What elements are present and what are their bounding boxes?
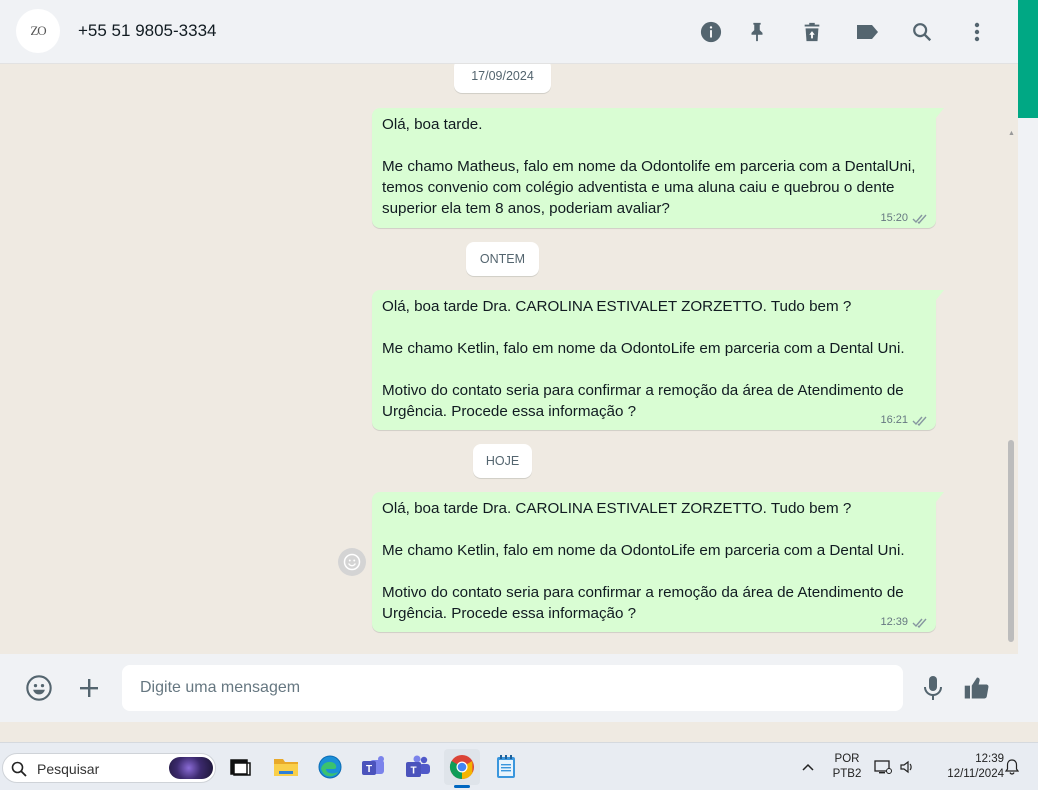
scroll-up-arrow[interactable]: ▲ bbox=[1008, 130, 1015, 138]
microphone-icon[interactable] bbox=[918, 673, 948, 703]
date-pill: HOJE bbox=[473, 444, 532, 478]
search-icon bbox=[11, 761, 27, 777]
message-bubble[interactable]: Olá, boa tarde Dra. CAROLINA ESTIVALET Z… bbox=[372, 290, 944, 430]
message-text: Olá, boa tarde. Me chamo Matheus, falo e… bbox=[382, 116, 916, 217]
language-line2: PTB2 bbox=[832, 768, 862, 780]
edge-browser-icon[interactable] bbox=[312, 749, 348, 785]
date-pill: 17/09/2024 bbox=[454, 64, 551, 93]
react-emoji-button[interactable] bbox=[338, 548, 366, 576]
info-icon[interactable] bbox=[696, 17, 726, 47]
message-time: 16:21 bbox=[880, 414, 908, 426]
whatsapp-window: ZO +55 51 9805-3334 17/09/2024 Olá, boa … bbox=[0, 0, 1018, 722]
chat-header: ZO +55 51 9805-3334 bbox=[0, 0, 1018, 64]
message-bubble[interactable]: Olá, boa tarde Dra. CAROLINA ESTIVALET Z… bbox=[372, 492, 944, 632]
language-line1: POR bbox=[834, 753, 860, 765]
message-text: Olá, boa tarde Dra. CAROLINA ESTIVALET Z… bbox=[382, 298, 905, 420]
system-clock[interactable]: 12:39 12/11/2024 bbox=[926, 752, 1004, 782]
smiley-icon bbox=[343, 553, 361, 571]
search-highlight-image bbox=[169, 757, 213, 779]
notification-bell-icon[interactable] bbox=[1002, 749, 1022, 785]
date-pill: ONTEM bbox=[466, 242, 539, 276]
double-check-icon bbox=[912, 416, 927, 426]
pin-icon[interactable] bbox=[742, 17, 772, 47]
message-meta: 15:20 bbox=[880, 212, 928, 224]
language-indicator[interactable]: POR PTB2 bbox=[830, 752, 864, 782]
message-meta: 16:21 bbox=[880, 414, 928, 426]
task-view-icon[interactable] bbox=[222, 749, 258, 785]
teams-work-icon[interactable]: T bbox=[400, 749, 436, 785]
window-accent-bar bbox=[1018, 0, 1038, 118]
active-app-indicator bbox=[454, 785, 470, 788]
label-icon[interactable] bbox=[852, 17, 882, 47]
volume-icon[interactable] bbox=[896, 749, 920, 785]
teams-icon[interactable]: T bbox=[356, 749, 392, 785]
attach-plus-icon[interactable] bbox=[74, 673, 104, 703]
notepad-icon[interactable] bbox=[488, 749, 524, 785]
message-text: Olá, boa tarde Dra. CAROLINA ESTIVALET Z… bbox=[382, 500, 905, 622]
thumbs-up-icon[interactable] bbox=[961, 672, 993, 704]
taskbar: Pesquisar T T POR PTB2 12:39 12/11/2024 bbox=[0, 742, 1038, 790]
double-check-icon bbox=[912, 214, 927, 224]
emoji-icon[interactable] bbox=[24, 673, 54, 703]
taskbar-search[interactable]: Pesquisar bbox=[2, 753, 216, 783]
clock-time: 12:39 bbox=[975, 753, 1004, 765]
message-time: 12:39 bbox=[880, 616, 908, 628]
menu-icon[interactable] bbox=[962, 17, 992, 47]
svg-text:T: T bbox=[410, 766, 416, 777]
chat-scrollbar[interactable] bbox=[1008, 440, 1014, 642]
message-input[interactable] bbox=[122, 665, 903, 711]
svg-text:T: T bbox=[366, 764, 372, 775]
message-time: 15:20 bbox=[880, 212, 908, 224]
search-label: Pesquisar bbox=[37, 761, 100, 777]
clock-date: 12/11/2024 bbox=[947, 768, 1004, 780]
message-bubble[interactable]: Olá, boa tarde. Me chamo Matheus, falo e… bbox=[372, 108, 944, 228]
tray-chevron-up-icon[interactable] bbox=[792, 749, 824, 785]
double-check-icon bbox=[912, 618, 927, 628]
window-gutter bbox=[1018, 118, 1038, 722]
chrome-icon[interactable] bbox=[444, 749, 480, 788]
search-icon[interactable] bbox=[907, 17, 937, 47]
message-meta: 12:39 bbox=[880, 616, 928, 628]
chat-messages: 17/09/2024 Olá, boa tarde. Me chamo Math… bbox=[0, 64, 1018, 654]
network-icon[interactable] bbox=[870, 749, 896, 785]
file-explorer-icon[interactable] bbox=[268, 749, 304, 785]
header-icons bbox=[0, 17, 1018, 47]
composer bbox=[0, 654, 1018, 722]
delete-icon[interactable] bbox=[797, 17, 827, 47]
